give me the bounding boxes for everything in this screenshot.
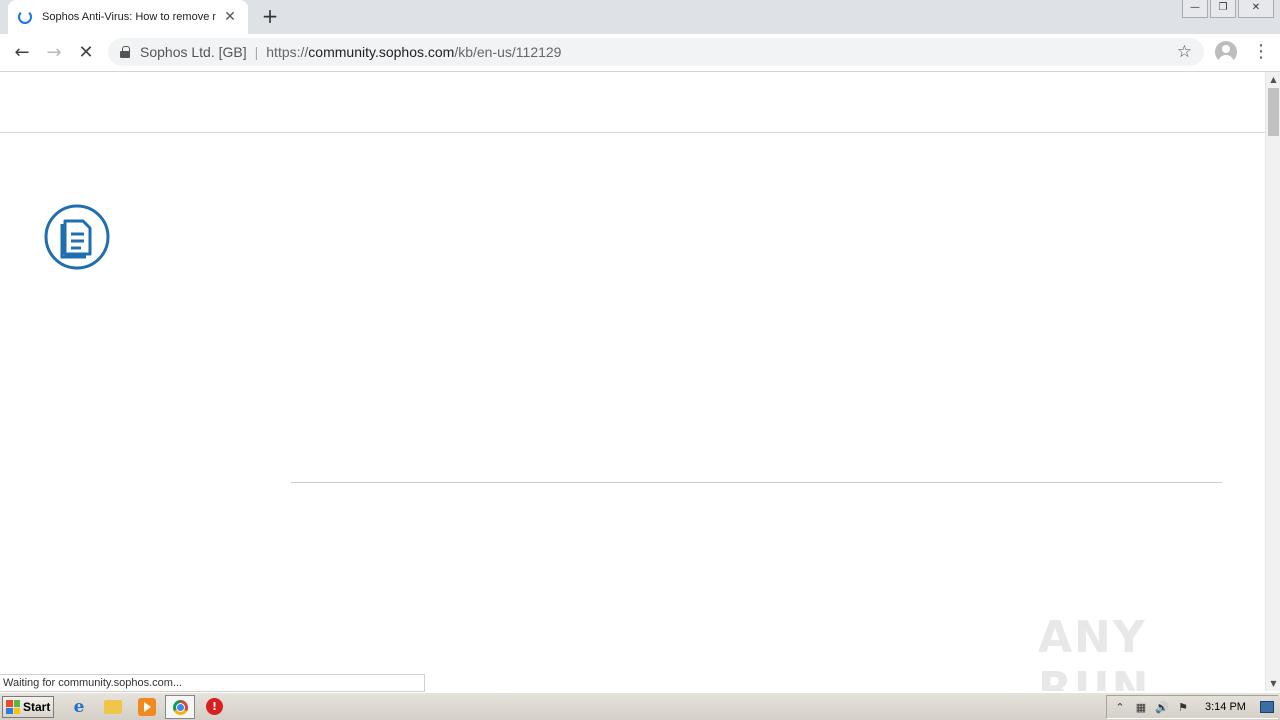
minimize-button[interactable]: — xyxy=(1182,0,1208,18)
start-button[interactable]: Start xyxy=(2,696,54,718)
start-label: Start xyxy=(23,700,51,714)
content-divider xyxy=(291,482,1222,483)
close-window-button[interactable]: ✕ xyxy=(1238,0,1274,18)
url-path[interactable]: /kb/en-us/112129 xyxy=(454,44,561,60)
tab-title: Sophos Anti-Virus: How to remove m xyxy=(42,11,216,23)
page-scrollbar[interactable]: ▲ ▼ xyxy=(1265,72,1280,691)
internet-explorer-icon[interactable]: e xyxy=(70,698,88,716)
loading-spinner-icon xyxy=(18,10,32,24)
tab-strip: Sophos Anti-Virus: How to remove m ✕ + —… xyxy=(0,0,1280,34)
page-header xyxy=(0,72,1265,133)
scroll-up-arrow-icon[interactable]: ▲ xyxy=(1266,72,1280,87)
browser-tab[interactable]: Sophos Anti-Virus: How to remove m ✕ xyxy=(8,0,248,34)
stop-sign-icon[interactable]: ! xyxy=(206,698,223,715)
window-controls: — ❐ ✕ xyxy=(1182,0,1274,18)
profile-avatar[interactable] xyxy=(1215,41,1237,63)
scrollbar-thumb[interactable] xyxy=(1268,88,1279,136)
windows-logo-icon xyxy=(6,700,20,714)
tray-expand-icon[interactable]: ⌃ xyxy=(1112,701,1128,714)
web-page: ANY RUN xyxy=(0,72,1265,691)
new-tab-button[interactable]: + xyxy=(260,6,280,26)
explorer-folder-icon[interactable] xyxy=(104,700,122,714)
tab-close-icon[interactable]: ✕ xyxy=(222,9,238,25)
address-bar[interactable]: Sophos Ltd. [GB] | https://community.sop… xyxy=(108,38,1204,66)
media-player-icon[interactable] xyxy=(138,698,156,716)
stop-loading-button[interactable]: ✕ xyxy=(75,42,97,64)
clock[interactable]: 3:14 PM xyxy=(1205,701,1246,713)
url-host[interactable]: community.sophos.com xyxy=(308,44,454,60)
browser-toolbar: ← → ✕ Sophos Ltd. [GB] | https://communi… xyxy=(0,34,1280,72)
volume-icon[interactable]: 🔊 xyxy=(1154,701,1170,714)
scroll-down-arrow-icon[interactable]: ▼ xyxy=(1266,676,1280,691)
back-button[interactable]: ← xyxy=(11,42,33,64)
system-tray: ⌃ ▦ 🔊 ⚑ 3:14 PM xyxy=(1106,695,1278,719)
maximize-button[interactable]: ❐ xyxy=(1210,0,1236,18)
taskbar: Start e ! ⌃ ▦ 🔊 ⚑ 3:14 PM xyxy=(0,692,1280,720)
network-icon[interactable]: ▦ xyxy=(1133,701,1149,714)
forward-button[interactable]: → xyxy=(43,42,65,64)
chrome-taskbar-button[interactable] xyxy=(165,695,195,719)
browser-menu-button[interactable]: ⋮ xyxy=(1252,42,1270,62)
action-center-flag-icon[interactable]: ⚑ xyxy=(1175,701,1191,714)
bookmark-star-icon[interactable]: ☆ xyxy=(1177,42,1192,62)
omnibox-separator: | xyxy=(254,44,259,60)
document-icon xyxy=(44,204,110,270)
watermark-text: ANY RUN xyxy=(1038,612,1151,691)
status-bubble: Waiting for community.sophos.com... xyxy=(0,674,425,692)
anyrun-watermark: ANY RUN xyxy=(1038,612,1265,691)
url-scheme[interactable]: https:// xyxy=(266,44,308,60)
site-organization[interactable]: Sophos Ltd. [GB] xyxy=(140,44,247,60)
show-desktop-button[interactable] xyxy=(1260,701,1274,713)
chrome-icon xyxy=(173,700,188,715)
lock-icon[interactable] xyxy=(120,46,130,58)
